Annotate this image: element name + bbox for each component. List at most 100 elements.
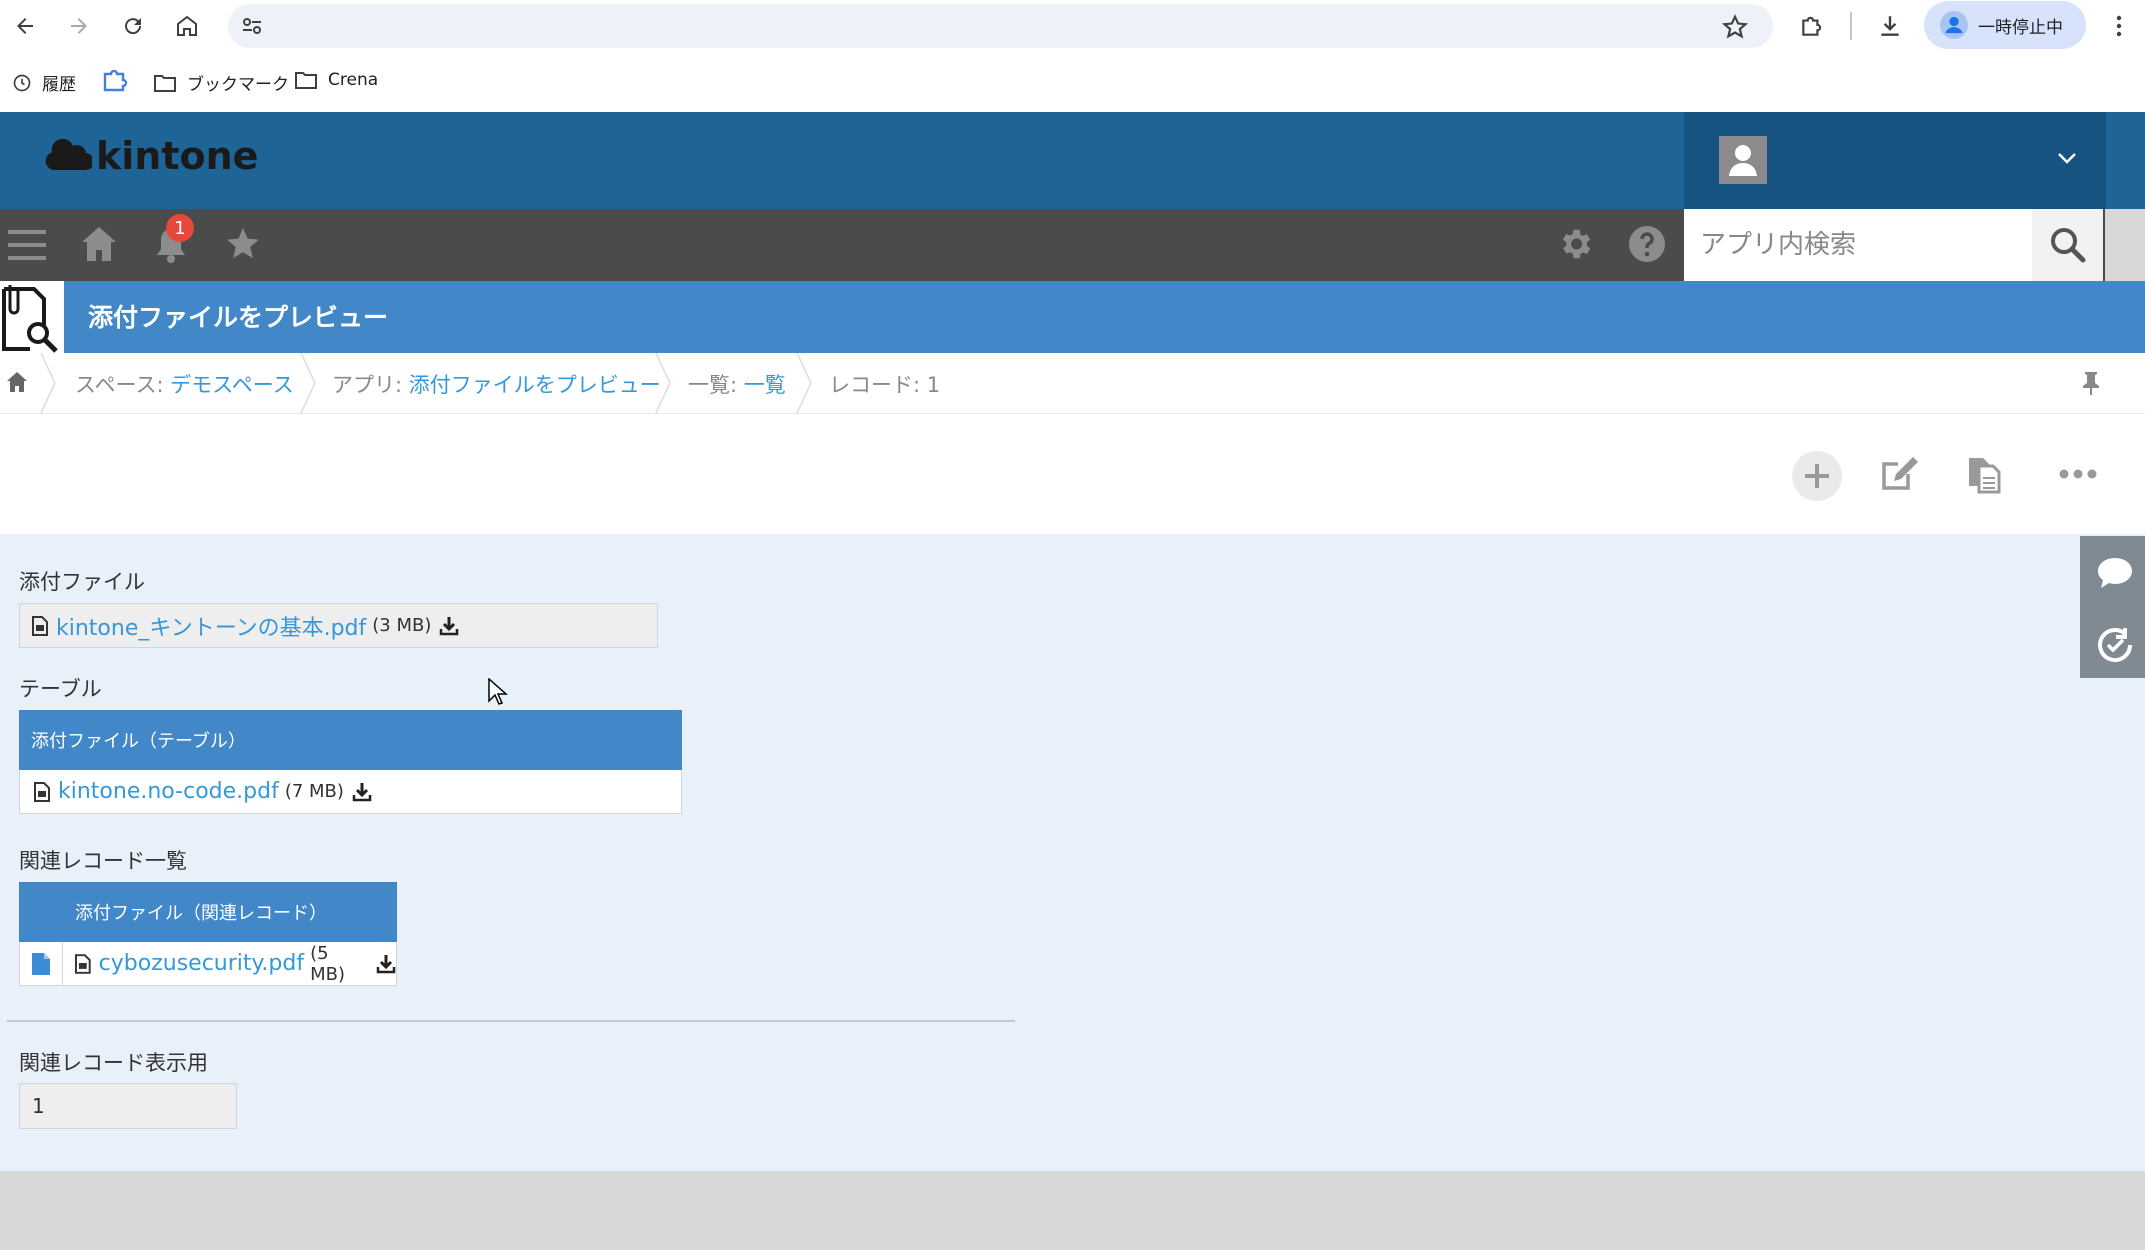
table-field-label: テーブル xyxy=(19,677,102,701)
breadcrumb-separator xyxy=(300,353,316,413)
back-button[interactable] xyxy=(3,4,47,48)
download-icon[interactable] xyxy=(376,954,396,974)
table-row: kintone.no-code.pdf (7 MB) xyxy=(19,770,682,814)
folder-icon xyxy=(295,72,317,89)
app-search-input[interactable] xyxy=(1684,209,2032,281)
edit-icon xyxy=(1882,457,1918,490)
arrow-right-icon xyxy=(71,18,87,34)
reload-icon xyxy=(125,18,142,35)
chevron-down-icon[interactable] xyxy=(2055,150,2079,166)
related-record-detail-link[interactable] xyxy=(19,942,63,986)
cloud-logo-icon xyxy=(45,138,92,171)
breadcrumb-home-icon[interactable] xyxy=(6,370,28,394)
breadcrumb xyxy=(0,353,2145,414)
bookmark-app[interactable] xyxy=(102,68,128,92)
favorites-star-icon[interactable] xyxy=(224,225,262,263)
folder-icon xyxy=(154,74,176,92)
related-file-link[interactable]: cybozusecurity.pdf xyxy=(99,951,304,976)
arrow-left-icon xyxy=(17,18,33,34)
table-file-link[interactable]: kintone.no-code.pdf xyxy=(58,779,279,804)
bookmark-label: ブックマーク xyxy=(187,75,289,95)
extensions-button[interactable] xyxy=(1790,4,1834,48)
table-column-header: 添付ファイル（テーブル） xyxy=(19,710,682,770)
breadcrumb-space[interactable]: スペース: デモスペース xyxy=(75,369,294,399)
related-display-value: 1 xyxy=(19,1083,237,1129)
bookmark-folder-crena[interactable]: Crena xyxy=(294,70,378,90)
duplicate-record-button[interactable] xyxy=(1966,456,2002,494)
attachment-field-label: 添付ファイル xyxy=(19,570,145,594)
history-refresh-icon[interactable] xyxy=(2096,626,2134,664)
mouse-cursor-icon xyxy=(488,678,508,706)
profile-avatar-icon xyxy=(1940,11,1968,39)
profile-button[interactable]: 一時停止中 xyxy=(1924,1,2086,49)
search-icon xyxy=(2050,228,2085,263)
pdf-file-icon xyxy=(75,953,91,974)
user-icon xyxy=(1729,145,1757,176)
more-options-icon[interactable] xyxy=(2059,468,2097,480)
home-icon xyxy=(177,15,197,36)
bookmark-label: 履歴 xyxy=(42,75,76,95)
hamburger-menu-icon[interactable] xyxy=(8,226,46,264)
breadcrumb-space-link[interactable]: デモスペース xyxy=(170,373,293,397)
breadcrumb-space-prefix: スペース: xyxy=(75,373,164,397)
user-avatar[interactable] xyxy=(1719,136,1767,184)
puzzle-icon xyxy=(1802,16,1822,36)
breadcrumb-separator xyxy=(655,353,671,413)
pin-icon[interactable] xyxy=(2081,370,2101,396)
breadcrumb-app-prefix: アプリ: xyxy=(332,373,403,397)
breadcrumb-app-link[interactable]: 添付ファイルをプレビュー xyxy=(409,373,661,397)
breadcrumb-separator xyxy=(796,353,812,413)
breadcrumb-app[interactable]: アプリ: 添付ファイルをプレビュー xyxy=(332,369,661,399)
pdf-file-icon xyxy=(32,615,48,636)
settings-gear-icon[interactable] xyxy=(1556,225,1594,263)
breadcrumb-view-prefix: 一覧: xyxy=(688,373,738,397)
edit-record-button[interactable] xyxy=(1880,454,1920,494)
field-divider xyxy=(7,1020,1015,1022)
toolbar-divider xyxy=(1850,12,1852,40)
plus-icon xyxy=(1805,464,1829,488)
address-bar[interactable] xyxy=(228,4,1773,48)
profile-status-label: 一時停止中 xyxy=(1978,17,2063,38)
search-button[interactable] xyxy=(2032,209,2103,281)
add-record-button[interactable] xyxy=(1792,451,1842,501)
app-icon[interactable] xyxy=(0,281,64,353)
related-records-label: 関連レコード一覧 xyxy=(19,849,187,873)
app-title: 添付ファイルをプレビュー xyxy=(88,303,389,332)
related-file-size: (5 MB) xyxy=(310,942,345,985)
breadcrumb-separator xyxy=(40,353,56,413)
forward-button[interactable] xyxy=(57,4,101,48)
downloads-button[interactable] xyxy=(1868,4,1912,48)
attachment-file-link[interactable]: kintone_キントーンの基本.pdf xyxy=(56,610,366,642)
help-icon[interactable] xyxy=(1628,225,1666,263)
copy-document-icon xyxy=(1969,458,2001,494)
download-icon[interactable] xyxy=(439,616,459,636)
bookmark-history[interactable]: 履歴 xyxy=(12,70,76,95)
browser-menu-button[interactable] xyxy=(2097,4,2141,48)
related-record-row: cybozusecurity.pdf (5 MB) xyxy=(62,942,397,986)
home-button[interactable] xyxy=(165,4,209,48)
related-display-label: 関連レコード表示用 xyxy=(19,1051,208,1075)
breadcrumb-record: レコード: 1 xyxy=(829,373,941,397)
bookmark-star-icon[interactable] xyxy=(1722,14,1748,40)
download-icon xyxy=(1881,16,1899,36)
history-icon xyxy=(13,74,31,91)
table-file-size: (7 MB) xyxy=(284,781,344,802)
related-records-column-header: 添付ファイル（関連レコード） xyxy=(19,882,397,942)
breadcrumb-view[interactable]: 一覧: 一覧 xyxy=(688,369,786,399)
document-icon xyxy=(32,952,50,975)
portal-home-icon[interactable] xyxy=(81,225,117,263)
breadcrumb-view-link[interactable]: 一覧 xyxy=(744,373,786,397)
kintone-logo[interactable]: kintone xyxy=(44,134,258,178)
download-icon[interactable] xyxy=(352,782,372,802)
puzzle-app-icon xyxy=(103,69,128,92)
bookmark-folder-bookmarks[interactable]: ブックマーク xyxy=(153,70,289,95)
attachment-file-size: (3 MB) xyxy=(372,615,432,636)
notification-badge: 1 xyxy=(166,214,194,242)
reload-button[interactable] xyxy=(111,4,155,48)
logo-text: kintone xyxy=(96,134,259,178)
bookmark-label: Crena xyxy=(328,70,379,90)
kebab-menu-icon xyxy=(2116,15,2122,37)
site-settings-icon[interactable] xyxy=(240,14,264,38)
attachment-preview-icon xyxy=(2,285,58,353)
comment-icon[interactable] xyxy=(2096,556,2134,590)
